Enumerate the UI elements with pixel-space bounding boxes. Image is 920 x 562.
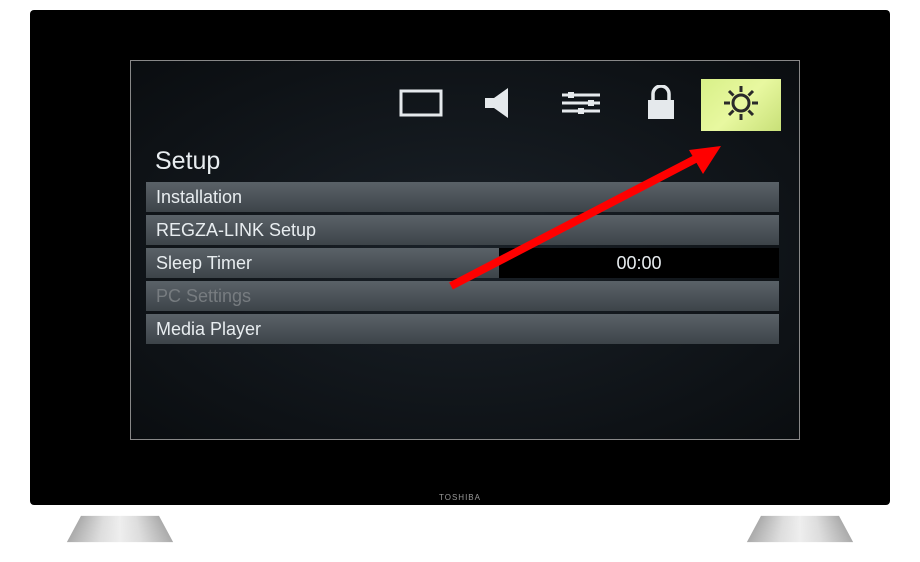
tv-brand-logo: TOSHIBA <box>439 493 481 502</box>
menu-item-pc-settings: PC Settings <box>146 281 779 311</box>
tv-stand-right <box>747 516 853 542</box>
menu-item-media-player[interactable]: Media Player <box>146 314 779 344</box>
menu-label: PC Settings <box>146 281 779 311</box>
sliders-icon <box>560 88 602 123</box>
menu-label: Media Player <box>146 314 779 344</box>
menu-label: REGZA-LINK Setup <box>146 215 779 245</box>
tab-picture[interactable] <box>381 79 461 131</box>
menu-value: 00:00 <box>499 248 779 278</box>
tab-bar <box>131 61 799 141</box>
tv-stand-left <box>67 516 173 542</box>
gear-icon <box>721 83 761 128</box>
tab-setup[interactable] <box>701 79 781 131</box>
lock-icon <box>645 85 677 126</box>
display-icon <box>399 87 443 124</box>
tab-lock[interactable] <box>621 79 701 131</box>
menu-item-installation[interactable]: Installation <box>146 182 779 212</box>
section-title: Setup <box>131 141 799 182</box>
menu-item-sleep-timer[interactable]: Sleep Timer 00:00 <box>146 248 779 278</box>
tab-sound[interactable] <box>461 79 541 131</box>
speaker-icon <box>482 86 520 125</box>
tv-frame: TOSHIBA <box>30 10 890 505</box>
menu-label: Sleep Timer <box>146 248 499 278</box>
tab-options[interactable] <box>541 79 621 131</box>
menu-label: Installation <box>146 182 779 212</box>
tv-screen: Setup Installation REGZA-LINK Setup Slee… <box>130 60 800 440</box>
menu-item-regza-link[interactable]: REGZA-LINK Setup <box>146 215 779 245</box>
setup-menu: Installation REGZA-LINK Setup Sleep Time… <box>131 182 799 344</box>
